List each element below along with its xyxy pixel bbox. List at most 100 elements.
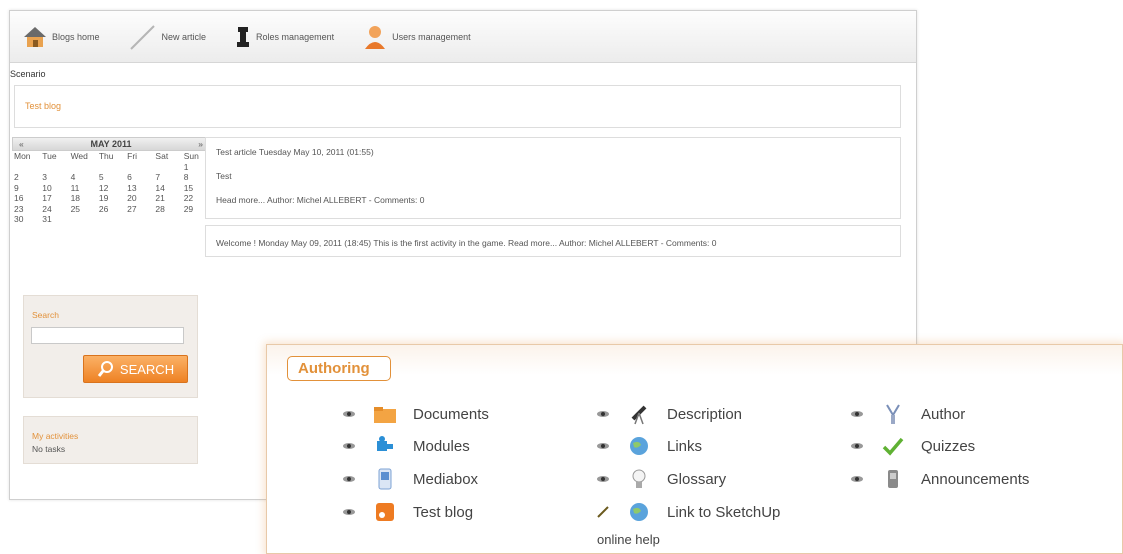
tool-glossary[interactable]: Glossary: [597, 468, 726, 490]
calendar-day[interactable]: 23: [12, 204, 40, 215]
tool-description[interactable]: Description: [597, 403, 742, 425]
weekday: Tue: [42, 151, 57, 161]
calendar-day[interactable]: [69, 162, 97, 173]
weekday: Fri: [127, 151, 138, 161]
nav-roles-management[interactable]: Roles management: [234, 25, 334, 49]
article-footer[interactable]: Head more... Author: Michel ALLEBERT - C…: [216, 195, 425, 205]
calendar-day[interactable]: 31: [40, 214, 68, 225]
eye-icon[interactable]: [343, 475, 355, 483]
nav-users-management[interactable]: Users management: [362, 23, 471, 51]
tool-modules[interactable]: Modules: [343, 435, 470, 457]
calendar-header: « MAY 2011 »: [12, 137, 210, 151]
calendar-day[interactable]: 28: [153, 204, 181, 215]
activities-label: My activities: [32, 431, 79, 441]
tool-links[interactable]: Links: [597, 435, 702, 457]
article-summary-line[interactable]: Welcome ! Monday May 09, 2011 (18:45) Th…: [216, 238, 716, 248]
media-player-icon: [378, 468, 392, 490]
calendar-day[interactable]: [97, 214, 125, 225]
pencil-icon: [129, 24, 155, 50]
article-card: Test article Tuesday May 10, 2011 (01:55…: [205, 137, 901, 219]
calendar-day[interactable]: 6: [125, 172, 153, 183]
calendar-weekdays: Mon Tue Wed Thu Fri Sat Sun: [12, 151, 210, 162]
calendar-day[interactable]: [153, 214, 181, 225]
weekday: Thu: [98, 151, 114, 161]
tool-quizzes[interactable]: Quizzes: [851, 435, 975, 457]
tool-announcements[interactable]: Announcements: [851, 468, 1029, 490]
nav-new-article-label: New article: [161, 31, 207, 42]
tool-mediabox-label: Mediabox: [413, 470, 479, 488]
tool-link-sketchup-label: Link to SketchUp: [667, 503, 781, 521]
eye-icon[interactable]: [851, 410, 863, 418]
nav-new-article[interactable]: New article: [128, 23, 207, 51]
online-help-link[interactable]: online help: [597, 532, 660, 547]
search-input[interactable]: [31, 327, 184, 344]
tool-mediabox[interactable]: Mediabox: [343, 468, 478, 490]
calendar-day[interactable]: 30: [12, 214, 40, 225]
calendar-day[interactable]: 21: [153, 193, 181, 204]
eye-icon[interactable]: [343, 442, 355, 450]
calendar-day[interactable]: 14: [153, 183, 181, 194]
blog-title-link[interactable]: Test blog: [25, 101, 61, 111]
calendar-day[interactable]: 24: [40, 204, 68, 215]
calendar-day[interactable]: [125, 162, 153, 173]
calendar-day[interactable]: 11: [69, 183, 97, 194]
tool-links-label: Links: [667, 437, 703, 455]
calendar-next-button[interactable]: »: [198, 139, 203, 149]
tool-author[interactable]: Author: [851, 403, 965, 425]
calendar-day[interactable]: 26: [97, 204, 125, 215]
eye-icon[interactable]: [851, 442, 863, 450]
calendar-week: 2 3 4 5 6 7 8: [12, 172, 210, 183]
search-button[interactable]: SEARCH: [83, 355, 188, 383]
calendar-day[interactable]: 7: [153, 172, 181, 183]
tool-documents[interactable]: Documents: [343, 403, 489, 425]
calendar-day[interactable]: 20: [125, 193, 153, 204]
eye-icon[interactable]: [343, 508, 355, 516]
calendar-day[interactable]: 27: [125, 204, 153, 215]
eye-icon[interactable]: [597, 442, 609, 450]
search-button-label: SEARCH: [119, 361, 175, 377]
eye-icon[interactable]: [343, 410, 355, 418]
nav-roles-management-label: Roles management: [256, 31, 335, 42]
nav-users-management-label: Users management: [392, 31, 471, 42]
tool-link-sketchup[interactable]: Link to SketchUp: [597, 501, 780, 523]
calendar-day[interactable]: 13: [125, 183, 153, 194]
calendar-day[interactable]: 12: [97, 183, 125, 194]
calendar-day[interactable]: 19: [97, 193, 125, 204]
calendar-day[interactable]: [153, 162, 181, 173]
calendar-day[interactable]: 16: [12, 193, 40, 204]
calendar-week: 23 24 25 26 27 28 29: [12, 204, 210, 215]
calendar-day[interactable]: [125, 214, 153, 225]
calendar-week: 16 17 18 19 20 21 22: [12, 193, 210, 204]
checkmark-icon: [882, 437, 904, 456]
tab-authoring[interactable]: Authoring: [287, 356, 391, 381]
calendar-day[interactable]: 18: [69, 193, 97, 204]
weekday: Wed: [70, 151, 88, 161]
announcement-icon: [888, 470, 898, 488]
calendar-day[interactable]: 2: [12, 172, 40, 183]
calendar-day[interactable]: 10: [40, 183, 68, 194]
calendar-day[interactable]: 25: [69, 204, 97, 215]
tool-announcements-label: Announcements: [921, 470, 1030, 488]
eye-icon[interactable]: [597, 410, 609, 418]
calendar-day[interactable]: 9: [12, 183, 40, 194]
calendar-day[interactable]: 17: [40, 193, 68, 204]
calendar-day[interactable]: [69, 214, 97, 225]
calendar-day[interactable]: [40, 162, 68, 173]
chess-piece-icon: [237, 26, 250, 47]
tool-test-blog[interactable]: Test blog: [343, 501, 473, 523]
tool-glossary-label: Glossary: [667, 470, 727, 488]
article-heading[interactable]: Test article Tuesday May 10, 2011 (01:55…: [216, 147, 374, 157]
eye-icon[interactable]: [851, 475, 863, 483]
tool-modules-label: Modules: [413, 437, 470, 455]
globe-icon: [630, 437, 648, 455]
globe-icon: [630, 503, 648, 521]
calendar-prev-button[interactable]: «: [19, 139, 24, 149]
calendar-day[interactable]: [12, 162, 40, 173]
calendar-day[interactable]: 3: [40, 172, 68, 183]
calendar-day[interactable]: [97, 162, 125, 173]
calendar-day[interactable]: 4: [69, 172, 97, 183]
nav-blogs-home[interactable]: Blogs home: [22, 25, 100, 49]
authoring-header: [267, 345, 1122, 375]
eye-icon[interactable]: [597, 475, 609, 483]
calendar-day[interactable]: 5: [97, 172, 125, 183]
